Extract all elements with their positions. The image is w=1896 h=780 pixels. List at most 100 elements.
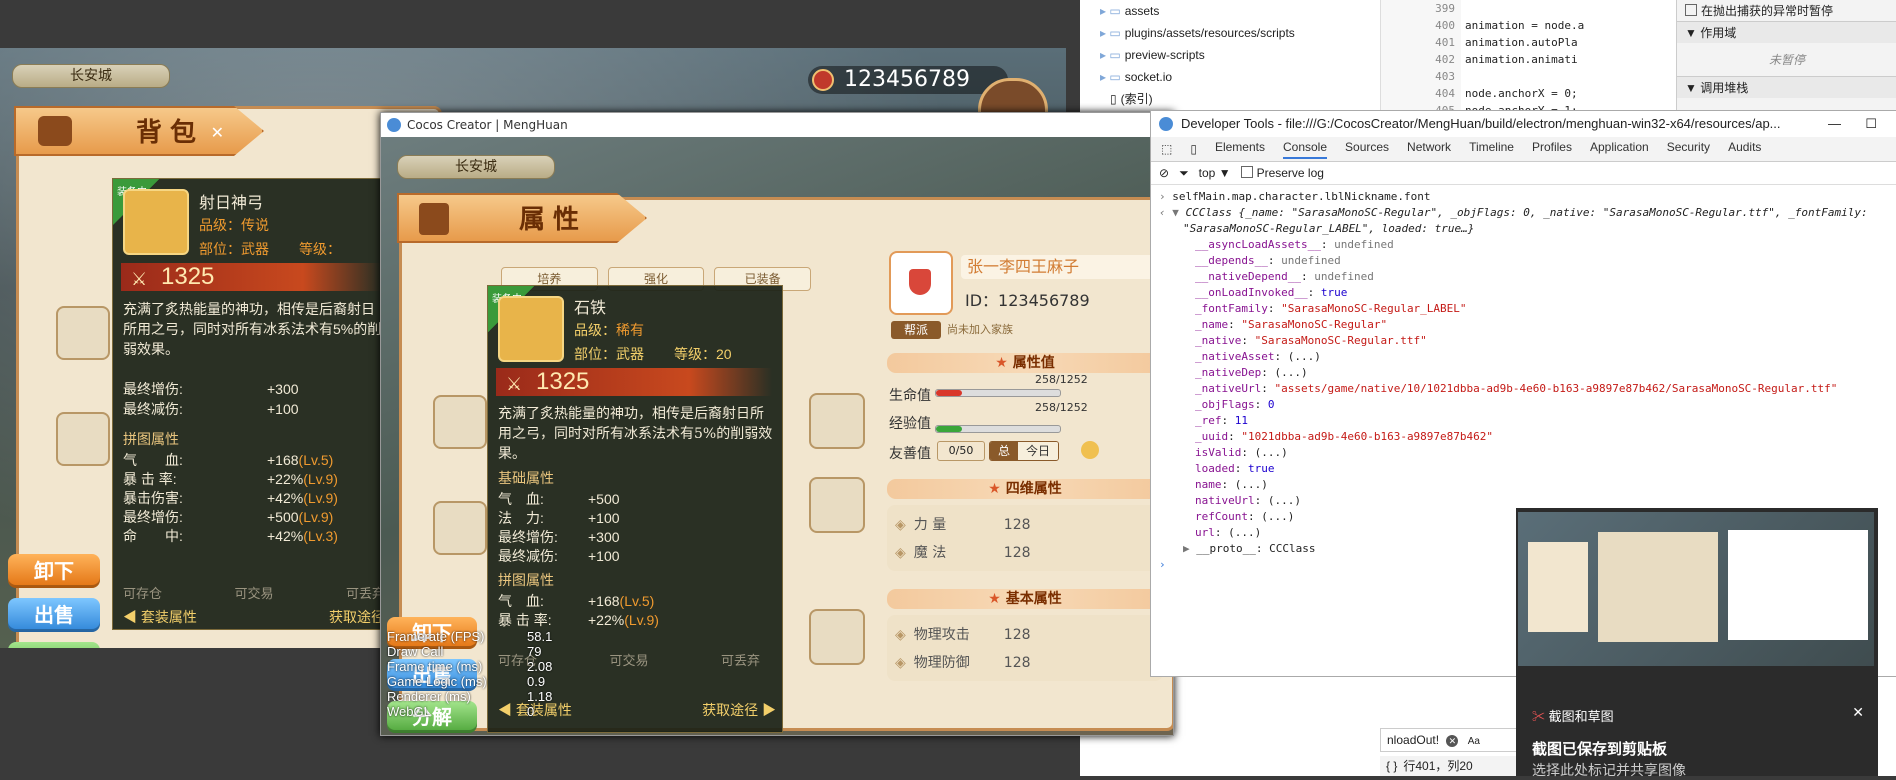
console-toolbar: ⊘ ⏷ top ▼ Preserve log — [1151, 162, 1896, 185]
equip-slot[interactable] — [433, 501, 487, 555]
property-row[interactable]: _nativeDep: (...) — [1159, 365, 1889, 381]
attr-header: ★ 属性值 — [887, 353, 1163, 373]
panel-title: 属性 — [397, 193, 647, 243]
clear-icon[interactable]: ✕ — [1446, 735, 1459, 747]
tab-elements[interactable]: Elements — [1215, 140, 1265, 159]
decompose-button[interactable]: 分解 — [8, 642, 100, 648]
tab-security[interactable]: Security — [1667, 140, 1710, 159]
devtools-title: Developer Tools - file:///G:/CocosCreato… — [1181, 116, 1781, 131]
city-name: 长安城 — [397, 155, 555, 179]
screenshot-thumbnail[interactable] — [1518, 512, 1874, 666]
property-row[interactable]: _uuid: "1021dbba-ad9b-4e60-b163-a9897e87… — [1159, 429, 1889, 445]
tab-profiles[interactable]: Profiles — [1532, 140, 1572, 159]
close-icon[interactable]: ✕ — [1852, 704, 1864, 721]
tree-item[interactable]: ▯ (索引) — [1080, 88, 1380, 110]
unequip-button[interactable]: 卸下 — [8, 554, 100, 588]
stat-row: 最终增伤: +500(Lv.9) — [123, 509, 334, 525]
stat-row: 暴 击 率: +22%(Lv.9) — [123, 471, 338, 487]
item-name: 射日神弓 — [199, 195, 264, 212]
faction-name: 尚未加入家族 — [947, 323, 1013, 336]
checkbox[interactable] — [1240, 166, 1253, 178]
snip-notification[interactable]: ✂ 截图和草图 ✕ 截图已保存到剪贴板 选择此处标记并共享图像 — [1516, 508, 1878, 778]
player-avatar[interactable] — [889, 251, 953, 315]
property-row[interactable]: nativeUrl: (...) — [1159, 493, 1889, 509]
pin-stats: 气 血: +168(Lv.5) 暴 击 率: +22%(Lv.9) — [498, 592, 776, 630]
stat-row: 气 血: +168(Lv.5) — [498, 593, 655, 609]
maximize-icon[interactable]: ☐ — [1865, 111, 1877, 137]
window-titlebar[interactable]: Cocos Creator | MengHuan — [381, 113, 1173, 137]
tab-application[interactable]: Application — [1590, 140, 1649, 159]
close-icon[interactable]: ✕ — [211, 108, 232, 156]
tab-network[interactable]: Network — [1407, 140, 1451, 159]
info-icon[interactable] — [1081, 441, 1099, 459]
stat-line: Renderer (ms) 1.18 — [387, 689, 553, 704]
tab-console[interactable]: Console — [1282, 140, 1328, 159]
preserve-log-toggle[interactable]: Preserve log — [1240, 166, 1324, 180]
property-row[interactable]: __asyncLoadAssets__: undefined — [1159, 237, 1889, 253]
tab-audits[interactable]: Audits — [1728, 140, 1761, 159]
equip-slot[interactable] — [809, 393, 865, 449]
property-row[interactable]: _name: "SarasaMonoSC-Regular" — [1159, 317, 1889, 333]
tree-item[interactable]: ▸ ▭ socket.io — [1080, 66, 1380, 88]
source-link[interactable]: 获取途径 ▶ — [702, 700, 776, 720]
suit-attr-link[interactable]: ◀ 套装属性 — [123, 607, 197, 627]
property-row[interactable]: _ref: 11 — [1159, 413, 1889, 429]
goodness-toggle[interactable]: 总 今日 — [989, 441, 1060, 461]
base-attr-header: ★ 基本属性 — [887, 589, 1163, 609]
property-row[interactable]: _nativeAsset: (...) — [1159, 349, 1889, 365]
pin-stats: 气 血: +168(Lv.5) 暴 击 率: +22%(Lv.9) 暴击伤害: +42%(… — [123, 451, 385, 546]
property-row[interactable]: _objFlags: 0 — [1159, 397, 1889, 413]
pin-header: 拼图属性 — [498, 572, 554, 588]
power-bar: ⚔ 1325 — [121, 263, 381, 291]
pause-on-caught[interactable]: 在抛出捕获的异常时暂停 — [1677, 0, 1896, 21]
console-object-summary[interactable]: ‹ ▼ CCClass {_name: "SarasaMonoSC-Regula… — [1159, 205, 1889, 221]
stat-line: WebGL 0 — [387, 704, 535, 719]
property-row[interactable]: __onLoadInvoked__: true — [1159, 285, 1889, 301]
base-attr-list: ◈ 物理攻击 128 ◈ 物理防御 128 — [895, 621, 1155, 677]
property-row[interactable]: __nativeDepend__: undefined — [1159, 269, 1889, 285]
filter-icon[interactable]: ⏷ — [1179, 166, 1189, 181]
property-row[interactable]: __depends__: undefined — [1159, 253, 1889, 269]
app-icon — [387, 118, 401, 132]
exp-value: 258/1252 — [1035, 401, 1088, 414]
property-row[interactable]: loaded: true — [1159, 461, 1889, 477]
tab-timeline[interactable]: Timeline — [1469, 140, 1514, 159]
checkbox[interactable] — [1685, 4, 1697, 16]
tree-item[interactable]: ▸ ▭ assets — [1080, 0, 1380, 22]
source-link[interactable]: 获取途径 — [329, 607, 385, 627]
tree-item[interactable]: ▸ ▭ preview-scripts — [1080, 44, 1380, 66]
equip-slot[interactable] — [809, 609, 865, 665]
toggle-today[interactable]: 今日 — [1018, 442, 1059, 460]
property-row[interactable]: _fontFamily: "SarasaMonoSC-Regular_LABEL… — [1159, 301, 1889, 317]
stat-row: 气 血: +500 — [498, 491, 620, 507]
equip-slot[interactable] — [433, 395, 487, 449]
tab-sources[interactable]: Sources — [1345, 140, 1389, 159]
match-case-icon[interactable]: Aa — [1468, 736, 1480, 747]
property-row[interactable]: _nativeUrl: "assets/game/native/10/1021d… — [1159, 381, 1889, 397]
context-select[interactable]: top ▼ — [1199, 166, 1231, 180]
search-input[interactable]: nloadOut! — [1387, 733, 1439, 747]
braces-icon: { } — [1386, 759, 1398, 773]
item-part: 部位：武器 — [574, 346, 644, 362]
triangle-down-icon: ▼ — [1685, 81, 1701, 95]
inventory-slot[interactable] — [56, 306, 110, 360]
inspect-icon[interactable]: ⬚ — [1161, 142, 1172, 156]
notification-body: 选择此处标记并共享图像 — [1532, 762, 1686, 778]
callstack-header[interactable]: ▼ 调用堆栈 — [1677, 76, 1896, 98]
scope-header[interactable]: ▼ 作用域 — [1677, 21, 1896, 43]
property-row[interactable]: name: (...) — [1159, 477, 1889, 493]
equip-slot[interactable] — [809, 477, 865, 533]
cocos-creator-window: Cocos Creator | MengHuan 长安城 属性 培养 强化 已装… — [380, 112, 1174, 736]
inventory-slot[interactable] — [56, 412, 110, 466]
minimize-icon[interactable]: — — [1828, 111, 1841, 137]
clear-console-icon[interactable]: ⊘ — [1159, 166, 1169, 180]
devtools-titlebar[interactable]: Developer Tools - file:///G:/CocosCreato… — [1151, 111, 1896, 137]
checkbox-label: 在抛出捕获的异常时暂停 — [1701, 4, 1834, 18]
property-row[interactable]: _native: "SarasaMonoSC-Regular.ttf" — [1159, 333, 1889, 349]
device-icon[interactable]: ▯ — [1190, 142, 1197, 156]
sell-button[interactable]: 出售 — [8, 598, 100, 632]
tree-item[interactable]: ▸ ▭ plugins/assets/resources/scripts — [1080, 22, 1380, 44]
property-row[interactable]: isValid: (...) — [1159, 445, 1889, 461]
triangle-down-icon: ▼ — [1685, 26, 1701, 40]
toggle-total[interactable]: 总 — [990, 442, 1019, 460]
